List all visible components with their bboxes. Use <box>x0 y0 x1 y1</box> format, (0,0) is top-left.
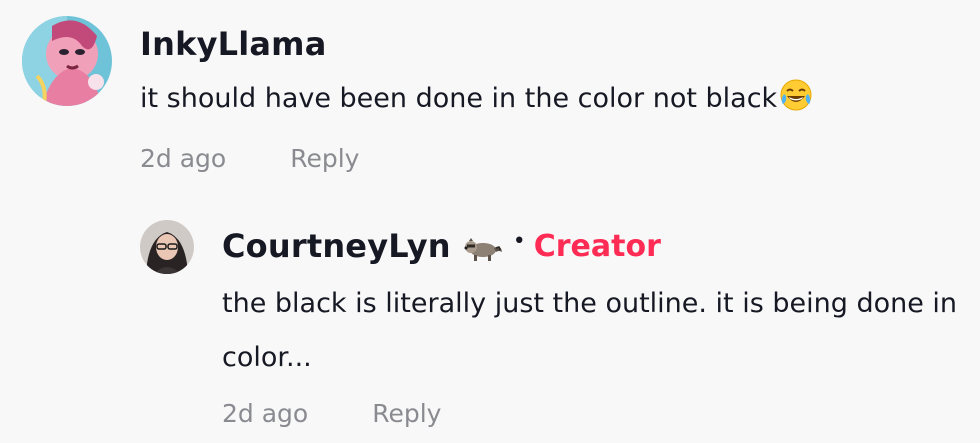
avatar-photo-icon <box>140 220 194 274</box>
raccoon-emoji-icon <box>464 238 502 261</box>
user-avatar[interactable] <box>22 16 112 106</box>
laughing-tears-emoji-icon <box>780 79 812 111</box>
comment-meta: 2d ago Reply <box>140 144 359 173</box>
reply-username[interactable]: CourtneyLyn <box>222 226 451 266</box>
comment-thread: InkyLlama it should have been done in th… <box>0 0 980 443</box>
avatar-artwork-icon <box>22 16 112 106</box>
reply-button[interactable]: Reply <box>290 144 359 173</box>
reply-avatar[interactable] <box>140 220 194 274</box>
creator-badge: Creator <box>533 228 661 264</box>
reply-reply-button[interactable]: Reply <box>372 399 441 428</box>
comment-text: it should have been done in the color no… <box>140 72 813 126</box>
reply-text: the black is literally just the outline.… <box>222 288 958 373</box>
comment-body: it should have been done in the color no… <box>140 83 778 114</box>
separator-dot: • <box>512 229 526 254</box>
comment-time: 2d ago <box>140 144 227 173</box>
comment-username[interactable]: InkyLlama <box>140 24 327 64</box>
reply-meta: 2d ago Reply <box>222 399 441 428</box>
reply-time: 2d ago <box>222 399 309 428</box>
reply-header: CourtneyLyn • Creator <box>222 226 661 266</box>
